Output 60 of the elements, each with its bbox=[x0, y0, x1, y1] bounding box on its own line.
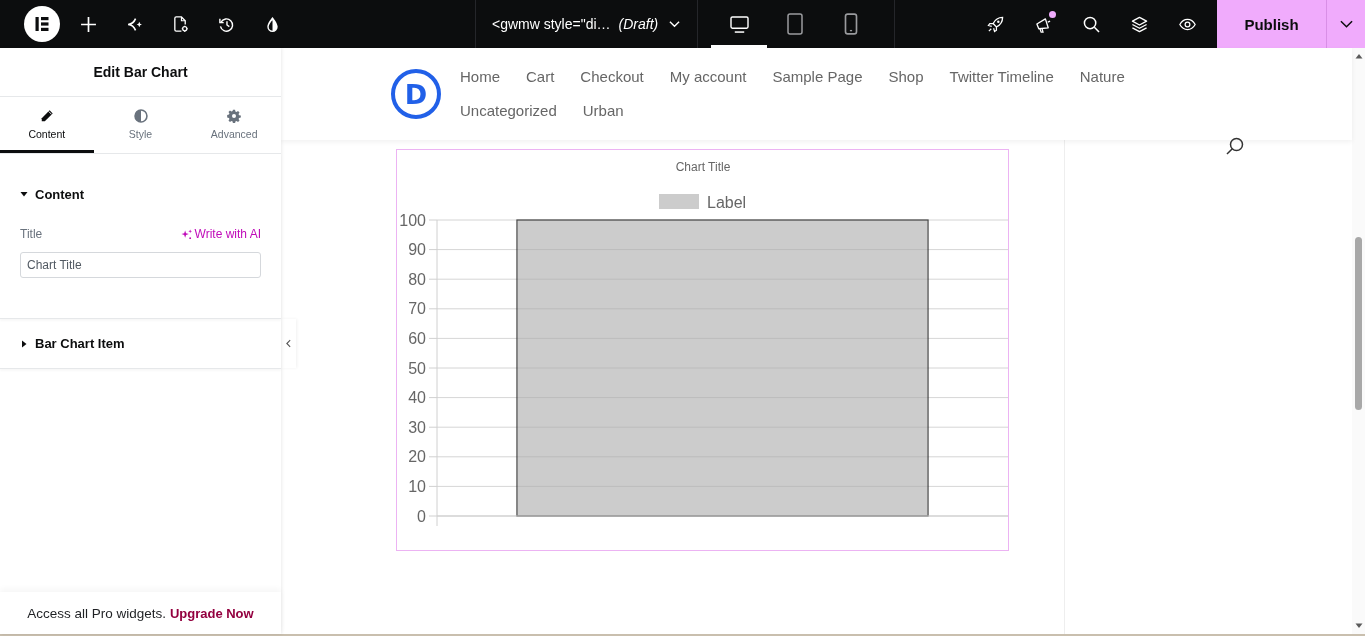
y-tick-label: 0 bbox=[417, 507, 426, 525]
scroll-down-icon[interactable] bbox=[1354, 623, 1363, 629]
y-tick-label: 50 bbox=[408, 359, 426, 377]
plus-icon bbox=[79, 15, 97, 33]
nav-link[interactable]: Uncategorized bbox=[460, 101, 557, 119]
scrollbar[interactable] bbox=[1352, 48, 1365, 634]
y-tick-label: 70 bbox=[408, 300, 426, 318]
y-tick-label: 100 bbox=[399, 211, 426, 229]
nav-link[interactable]: Shop bbox=[888, 67, 924, 85]
chevron-left-icon bbox=[286, 339, 291, 348]
y-tick-label: 80 bbox=[408, 270, 426, 288]
search-icon[interactable] bbox=[1226, 137, 1244, 155]
nav-link[interactable]: Home bbox=[460, 67, 500, 85]
page-settings-icon bbox=[171, 15, 189, 33]
nav-link[interactable]: Sample Page bbox=[772, 67, 863, 85]
y-tick-label: 20 bbox=[408, 448, 426, 466]
nav-link[interactable]: Checkout bbox=[580, 67, 644, 85]
y-tick-label: 30 bbox=[408, 418, 426, 436]
nav-link[interactable]: Twitter Timeline bbox=[949, 67, 1054, 85]
caret-icon bbox=[1339, 20, 1353, 28]
y-tick-label: 10 bbox=[408, 477, 426, 495]
nav-link[interactable]: Urban bbox=[582, 101, 624, 119]
y-tick-label: 60 bbox=[408, 329, 426, 347]
app-logo-icon[interactable] bbox=[24, 6, 60, 42]
y-tick-label: 40 bbox=[408, 389, 426, 407]
publish-button[interactable]: Publish bbox=[1217, 0, 1326, 48]
field-label: Title bbox=[20, 227, 43, 241]
rocket-icon bbox=[986, 15, 1004, 33]
tab[interactable]: Content bbox=[0, 97, 94, 153]
desktop-icon bbox=[729, 15, 749, 33]
upgrade-notice: Access all Pro widgets. Upgrade Now bbox=[27, 605, 254, 621]
chart-title: Chart Title bbox=[675, 160, 731, 174]
contrast-icon bbox=[133, 109, 148, 123]
sparkle-icon bbox=[180, 228, 192, 240]
phone-icon bbox=[843, 13, 859, 35]
scroll-up-icon[interactable] bbox=[1354, 53, 1363, 59]
megaphone-icon bbox=[1034, 15, 1052, 33]
nav-link[interactable]: Cart bbox=[526, 67, 555, 85]
write-with-ai-link[interactable]: Write with AI bbox=[180, 227, 261, 241]
tab[interactable]: Advanced bbox=[187, 97, 281, 153]
chart-widget[interactable]: Chart Title Label 0 10 20 30 40 50 60 70 80 90 100 bbox=[396, 149, 1009, 551]
y-tick-label: 90 bbox=[408, 241, 426, 259]
tab[interactable]: Style bbox=[93, 97, 188, 153]
upgrade-link[interactable]: Upgrade Now bbox=[169, 605, 254, 621]
caret-icon bbox=[669, 20, 681, 28]
section-header[interactable]: Content bbox=[0, 169, 281, 219]
nav-link[interactable]: My account bbox=[669, 67, 747, 85]
legend-label: Label bbox=[707, 193, 747, 211]
history-icon bbox=[217, 15, 235, 33]
section-header[interactable]: Bar Chart Item bbox=[0, 319, 281, 368]
pencil-icon bbox=[39, 109, 54, 123]
layers-icon bbox=[1130, 15, 1148, 33]
tablet-icon bbox=[787, 13, 803, 35]
gear-icon bbox=[227, 109, 242, 123]
scrollbar-thumb[interactable] bbox=[1355, 237, 1362, 410]
panel-title: Edit Bar Chart bbox=[93, 64, 188, 80]
nav-link[interactable]: Nature bbox=[1079, 67, 1125, 85]
site-logo[interactable]: D bbox=[391, 69, 441, 119]
search-icon bbox=[1082, 15, 1100, 33]
title-input[interactable]: Chart Title bbox=[20, 252, 261, 278]
